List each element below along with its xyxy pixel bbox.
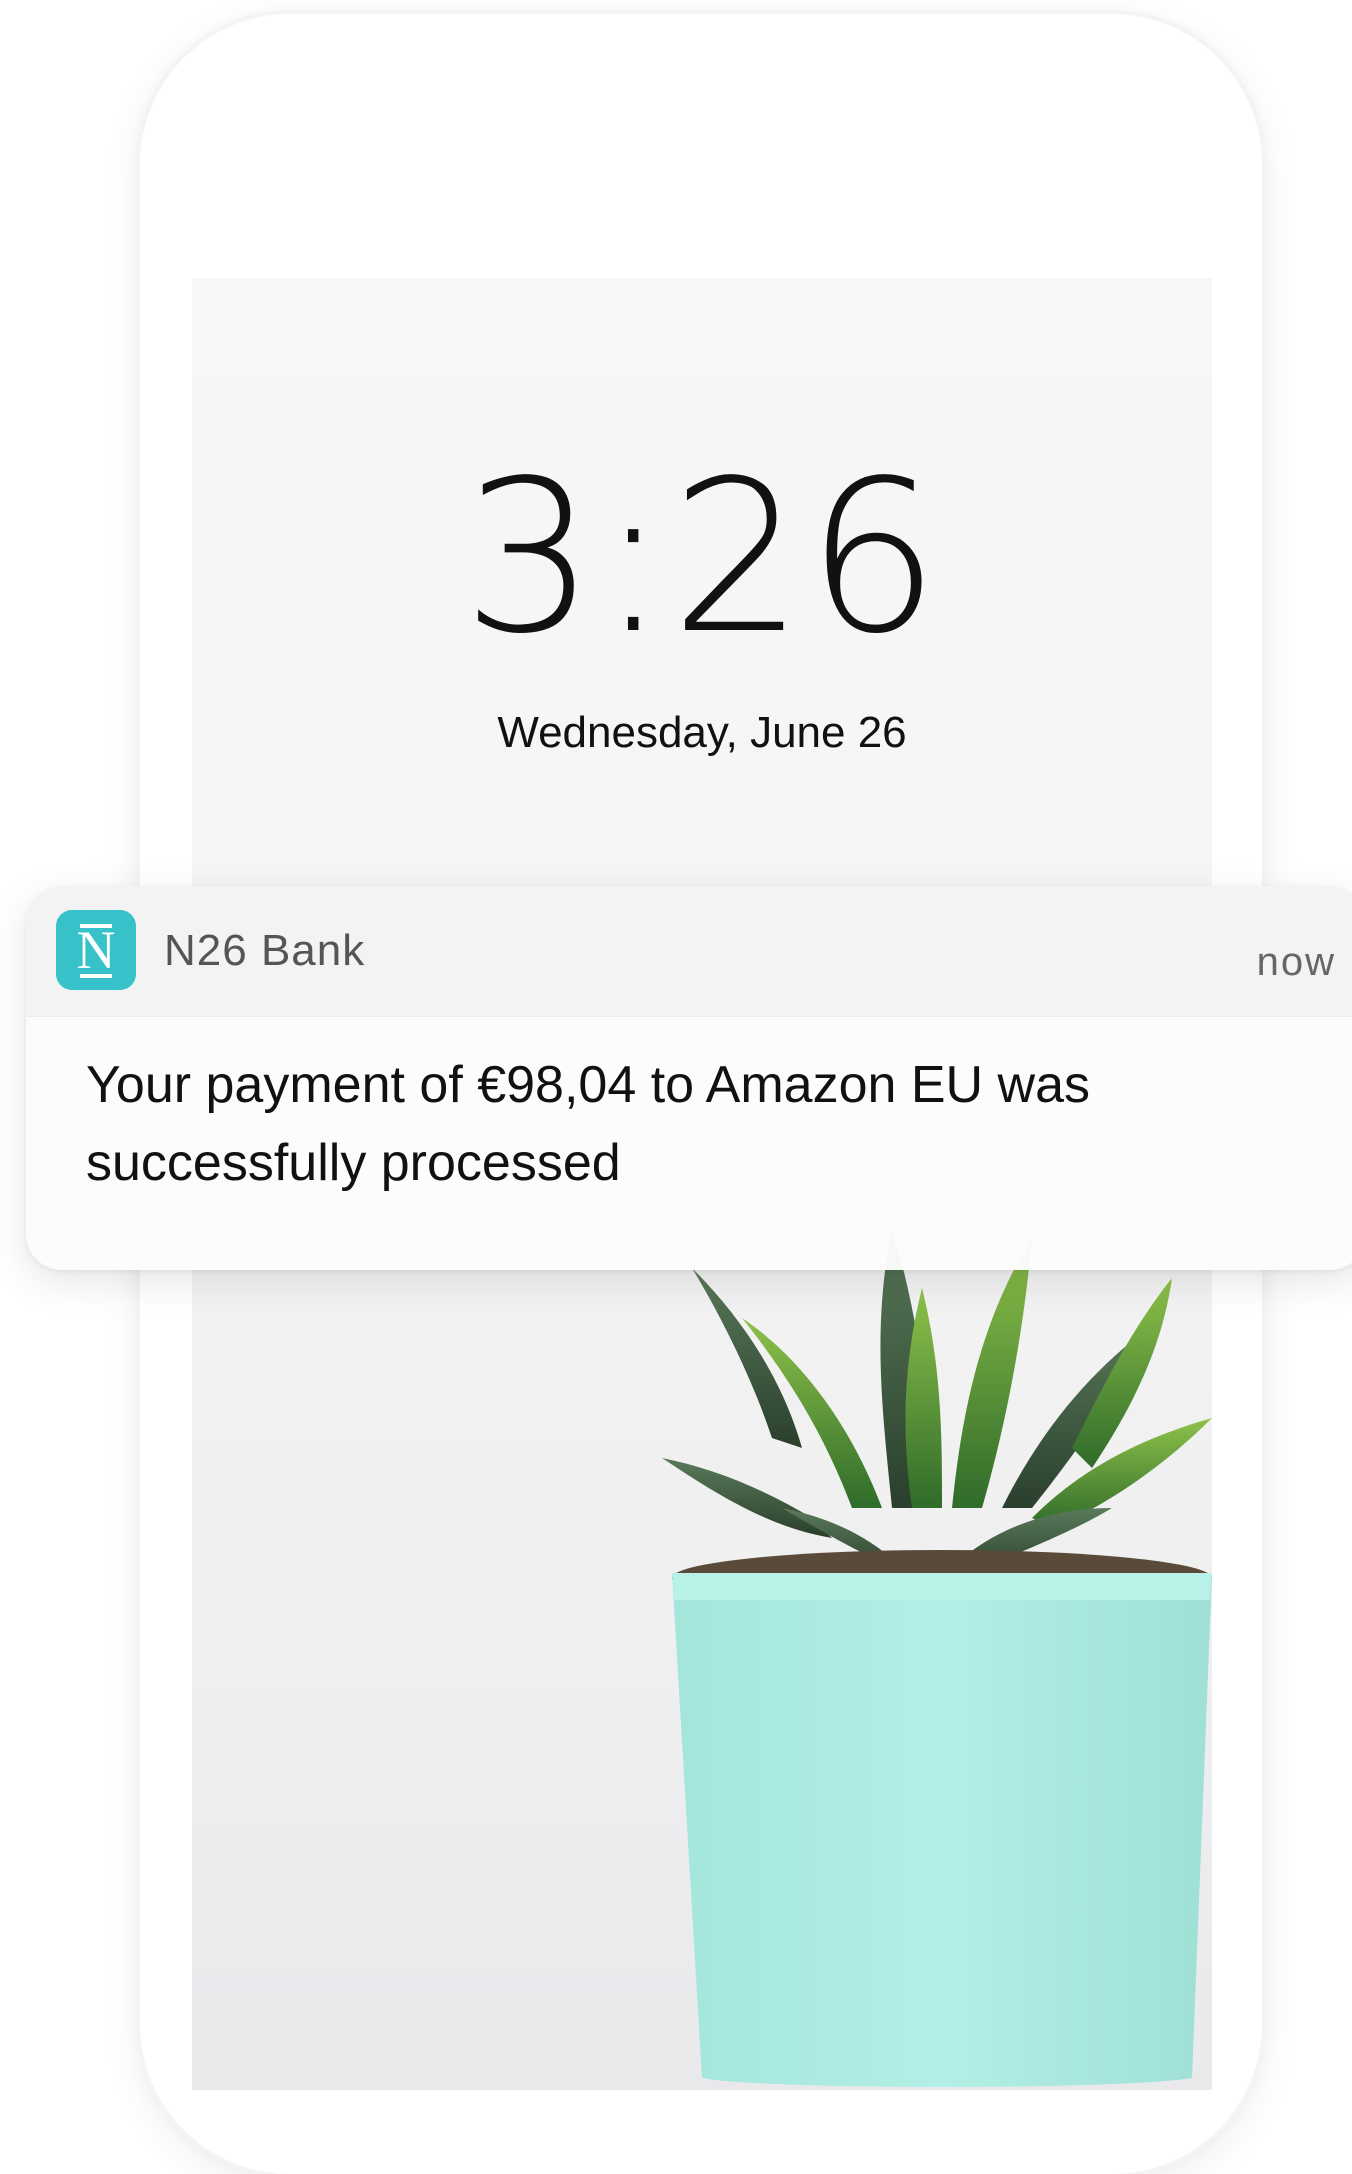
notification-message: Your payment of €98,04 to Amazon EU was … — [86, 1056, 1091, 1192]
lock-screen-date: Wednesday, June 26 — [497, 708, 907, 757]
lock-screen-clock: 3:26 — [462, 435, 942, 680]
push-notification[interactable]: N N26 Bank now Your payment of €98,04 to… — [26, 886, 1352, 1270]
app-icon-letter: N — [76, 920, 116, 980]
succulent-plant-image — [662, 1228, 1212, 2087]
notification-header: N N26 Bank now — [26, 886, 1352, 1017]
notification-timestamp: now — [1256, 940, 1336, 984]
notification-app-name: N26 Bank — [164, 926, 366, 975]
n26-logo-icon: N — [56, 910, 136, 990]
